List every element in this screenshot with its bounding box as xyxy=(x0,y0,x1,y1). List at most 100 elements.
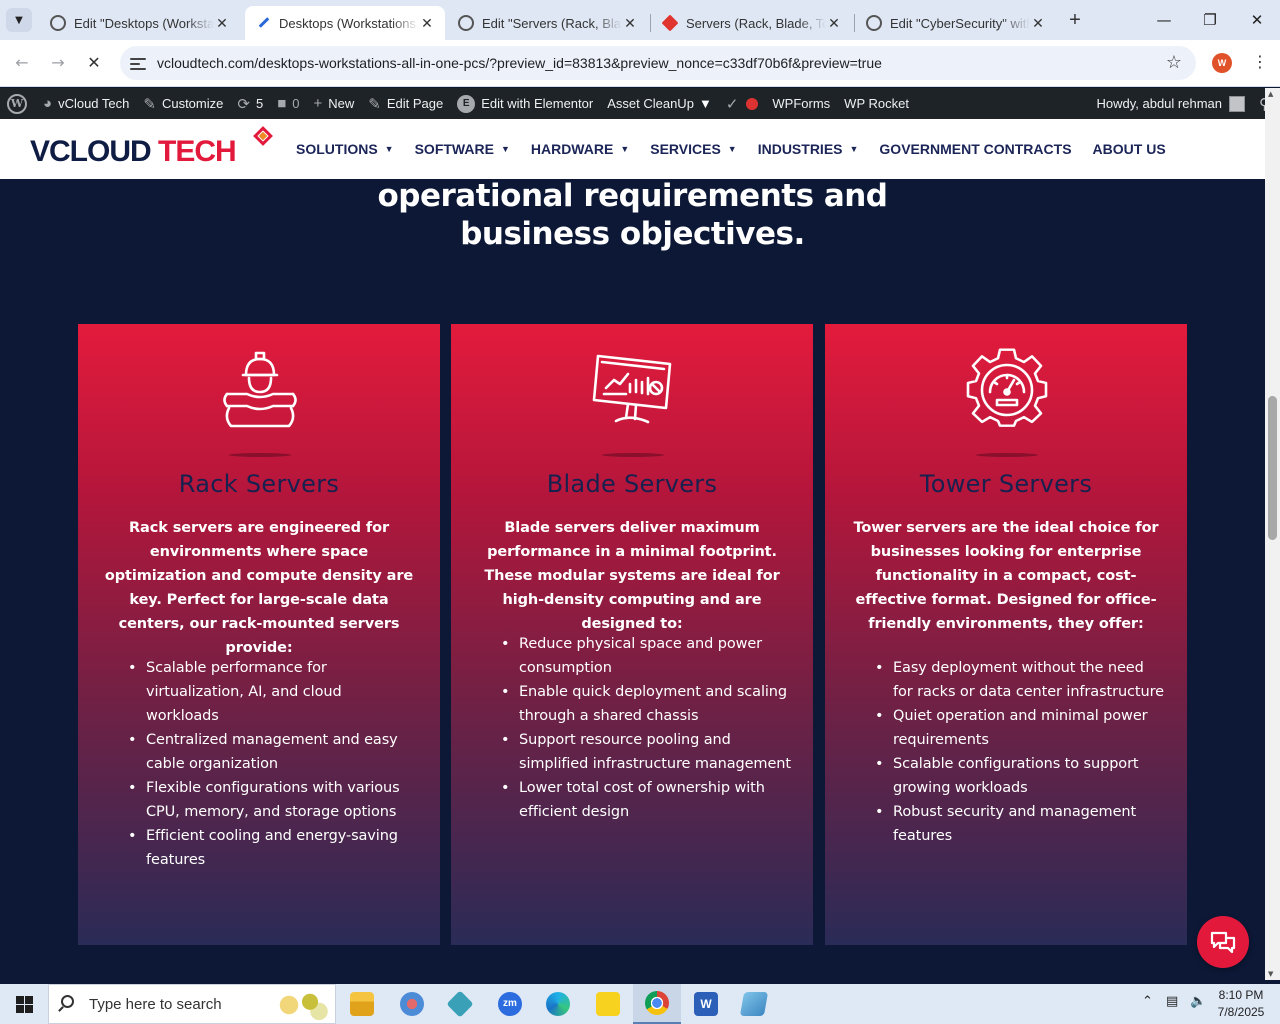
user-avatar xyxy=(1229,95,1245,112)
search-highlight-image xyxy=(271,989,331,1021)
admin-bar-yoast[interactable]: ✓ xyxy=(719,88,766,119)
admin-bar-comments[interactable]: ■ 0 xyxy=(270,88,306,119)
url-text[interactable]: vcloudtech.com/desktops-workstations-all… xyxy=(157,55,882,71)
list-item: Scalable performance for virtualization,… xyxy=(128,656,418,728)
tower-servers-card: Tower Servers Tower servers are the idea… xyxy=(825,324,1187,945)
close-tab-icon[interactable]: ✕ xyxy=(622,15,638,32)
close-tab-icon[interactable]: ✕ xyxy=(826,15,842,32)
wp-rocket-label: WP Rocket xyxy=(844,96,909,111)
sticky-notes-icon[interactable] xyxy=(584,984,632,1024)
windows-start-icon[interactable] xyxy=(0,984,48,1024)
app-diamond-icon[interactable] xyxy=(436,984,484,1024)
admin-bar-edit-elementor[interactable]: E Edit with Elementor xyxy=(450,88,600,119)
admin-bar-new[interactable]: + New xyxy=(306,88,361,119)
nav-label: ABOUT US xyxy=(1092,141,1166,157)
list-item: Lower total cost of ownership with effic… xyxy=(501,776,791,824)
list-item: Enable quick deployment and scaling thro… xyxy=(501,680,791,728)
card-title: Rack Servers xyxy=(178,470,340,498)
nav-services[interactable]: SERVICES ▼ xyxy=(650,141,736,157)
admin-bar-customize[interactable]: ✎ Customize xyxy=(136,88,230,119)
volume-icon[interactable]: 🔈 xyxy=(1190,994,1206,1009)
edge-browser-icon[interactable] xyxy=(534,984,582,1024)
close-tab-icon[interactable]: ✕ xyxy=(214,15,230,32)
word-icon[interactable]: W xyxy=(682,984,730,1024)
main-navigation: SOLUTIONS ▼ SOFTWARE ▼ HARDWARE ▼ SERVICES ▼… xyxy=(296,119,1187,179)
clock-time: 8:10 PM xyxy=(1218,988,1264,1002)
wordpress-icon xyxy=(866,15,882,31)
customize-label: Customize xyxy=(161,96,224,111)
snipping-tool-icon[interactable] xyxy=(388,984,436,1024)
list-item: Scalable configurations to support growi… xyxy=(875,752,1165,800)
close-window-icon[interactable]: ✕ xyxy=(1234,6,1280,34)
comment-bubble-icon: ■ xyxy=(277,95,287,112)
taskbar-clock[interactable]: 8:10 PM 7/8/2025 xyxy=(1206,987,1276,1021)
nav-about-us[interactable]: ABOUT US xyxy=(1093,141,1166,157)
analytics-monitor-icon xyxy=(592,348,674,434)
network-icon[interactable]: ▤ xyxy=(1166,994,1178,1009)
gear-gauge-icon xyxy=(966,348,1048,434)
app-notepad-icon[interactable] xyxy=(730,984,778,1024)
admin-bar-wpforms[interactable]: WPForms xyxy=(765,88,837,119)
address-bar[interactable]: vcloudtech.com/desktops-workstations-all… xyxy=(120,46,1196,80)
back-arrow-icon[interactable]: ← xyxy=(10,51,34,75)
admin-bar-my-account[interactable]: Howdy, abdul rehman xyxy=(1090,88,1253,119)
windows-taskbar: Type here to search zm W ⌃ ▤ 🔈 8:10 PM 7… xyxy=(0,984,1280,1024)
paintbrush-icon: ✎ xyxy=(143,95,156,113)
stop-loading-icon[interactable]: ✕ xyxy=(82,51,106,75)
scroll-down-arrow-icon[interactable]: ▼ xyxy=(1268,970,1273,978)
nav-label: SOFTWARE xyxy=(414,141,494,157)
nav-solutions[interactable]: SOLUTIONS ▼ xyxy=(296,141,394,157)
restore-window-icon[interactable]: ❐ xyxy=(1187,6,1233,34)
admin-bar-edit-page[interactable]: ✎ Edit Page xyxy=(361,88,450,119)
show-hidden-icons-chevron-icon[interactable]: ⌃ xyxy=(1142,994,1153,1009)
scroll-up-arrow-icon[interactable]: ▲ xyxy=(1268,90,1273,98)
bookmark-star-icon[interactable]: ☆ xyxy=(1166,52,1182,73)
seo-status-red-dot xyxy=(746,97,759,110)
vcloud-tech-logo[interactable]: VCLOUD TECH xyxy=(30,126,280,169)
browser-tab-5[interactable]: Edit "CyberSecurity" with Elementor ✕ xyxy=(856,6,1056,40)
nav-software[interactable]: SOFTWARE ▼ xyxy=(415,141,510,157)
tab-search-chevron-icon[interactable]: ▼ xyxy=(6,8,32,32)
browser-tab-4[interactable]: Servers (Rack, Blade, Tower) ✕ xyxy=(652,6,852,40)
edit-elementor-label: Edit with Elementor xyxy=(481,96,594,111)
admin-bar-site-name[interactable]: ◕ vCloud Tech xyxy=(36,88,136,119)
caret-down-icon: ▼ xyxy=(500,144,510,154)
comments-count: 0 xyxy=(292,96,300,111)
nav-label: SERVICES xyxy=(650,141,721,157)
nav-hardware[interactable]: HARDWARE ▼ xyxy=(531,141,629,157)
card-title: Tower Servers xyxy=(919,470,1093,498)
card-description: Tower servers are the ideal choice for b… xyxy=(853,520,1159,632)
card-title: Blade Servers xyxy=(546,470,718,498)
file-explorer-icon[interactable] xyxy=(338,984,386,1024)
list-item: Support resource pooling and simplified … xyxy=(501,728,791,776)
admin-bar-wp-rocket[interactable]: WP Rocket xyxy=(837,88,916,119)
scrollbar-thumb[interactable] xyxy=(1268,396,1277,540)
forward-arrow-icon[interactable]: → xyxy=(46,51,70,75)
nav-label: INDUSTRIES xyxy=(757,141,843,157)
close-tab-icon[interactable]: ✕ xyxy=(419,15,435,32)
page-scrollbar[interactable]: ▲ ▼ xyxy=(1265,88,1280,980)
browser-tab-2-active[interactable]: Desktops (Workstations, All-in-One PCs) … xyxy=(245,6,445,40)
chrome-icon[interactable] xyxy=(633,984,681,1024)
site-info-tune-icon[interactable] xyxy=(130,55,146,71)
taskbar-search[interactable]: Type here to search xyxy=(48,984,336,1024)
chat-widget-button[interactable] xyxy=(1197,916,1249,968)
minimize-window-icon[interactable]: — xyxy=(1141,6,1187,34)
caret-down-icon: ▼ xyxy=(849,144,859,154)
browser-tab-3[interactable]: Edit "Servers (Rack, Blade, Tower)" ✕ xyxy=(448,6,648,40)
zoom-icon[interactable]: zm xyxy=(486,984,534,1024)
admin-bar-asset-cleanup[interactable]: Asset CleanUp ▼ xyxy=(600,88,719,119)
profile-avatar[interactable]: W xyxy=(1212,53,1232,73)
tab-title: Servers (Rack, Blade, Tower) xyxy=(686,15,826,31)
list-item: Reduce physical space and power consumpt… xyxy=(501,632,791,680)
browser-menu-icon[interactable]: ⋮ xyxy=(1252,52,1268,71)
pencil-icon: ✎ xyxy=(368,95,381,113)
close-tab-icon[interactable]: ✕ xyxy=(1030,15,1046,32)
nav-government-contracts[interactable]: GOVERNMENT CONTRACTS xyxy=(879,141,1071,157)
logo-part-2: TECH xyxy=(158,135,237,168)
new-tab-plus-icon[interactable]: + xyxy=(1063,8,1087,32)
admin-bar-updates[interactable]: ⟳ 5 xyxy=(230,88,270,119)
browser-tab-1[interactable]: Edit "Desktops (Workstations, All-in-One… xyxy=(40,6,240,40)
nav-industries[interactable]: INDUSTRIES ▼ xyxy=(758,141,859,157)
wp-logo-menu[interactable]: W xyxy=(0,88,36,119)
